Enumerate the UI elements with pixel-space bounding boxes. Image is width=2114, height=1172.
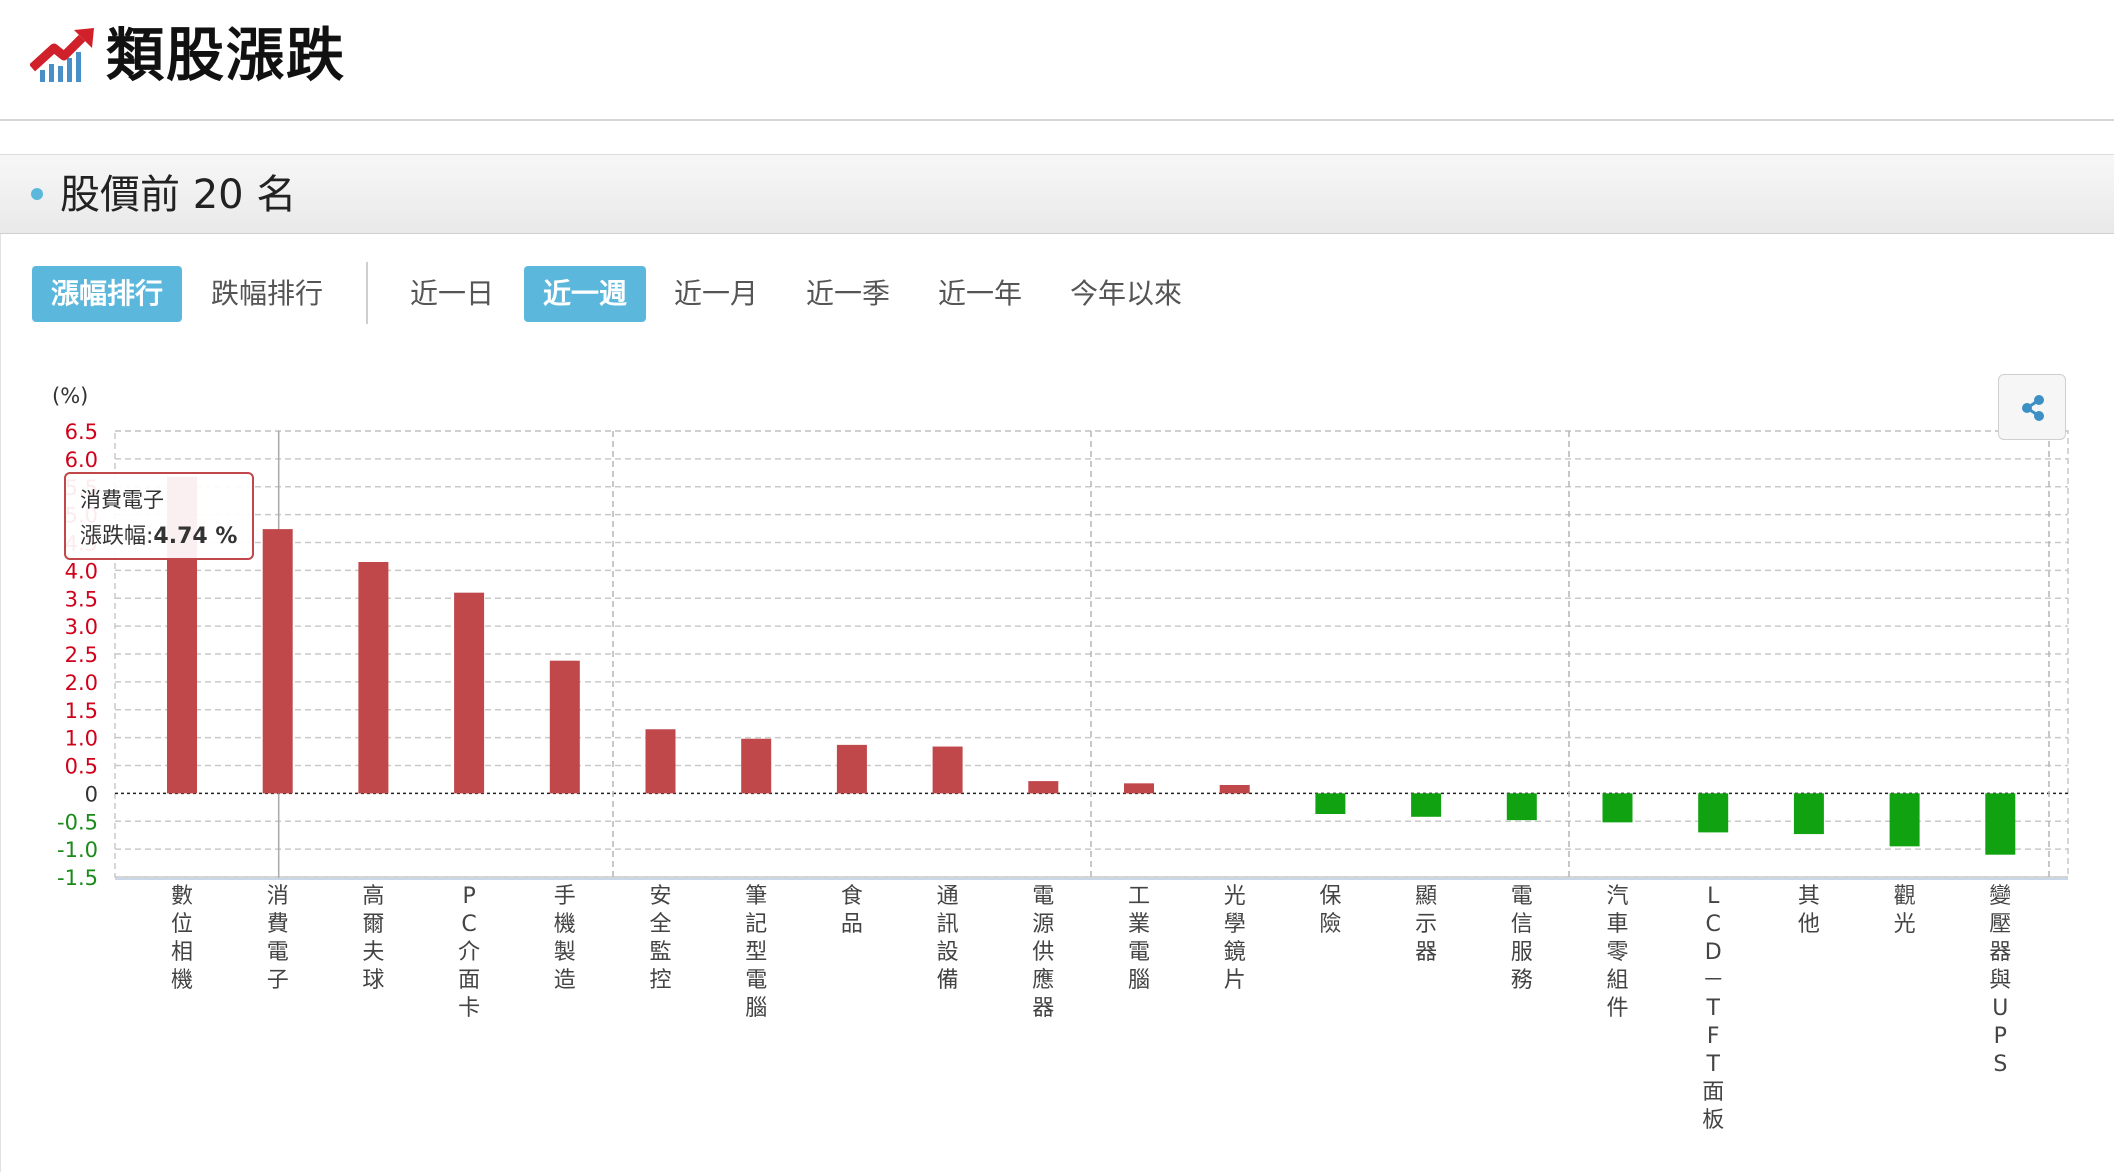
x-tick-label: 汽車零組件 (1606, 884, 1628, 1021)
y-tick-label: 0.5 (65, 755, 98, 779)
x-tick-label: 電信服務 (1511, 884, 1533, 993)
tooltip-category: 消費電子 (80, 488, 164, 512)
y-tick-label: -0.5 (57, 810, 98, 834)
tooltip-label: 漲跌幅: (80, 524, 154, 549)
bar (645, 729, 676, 794)
tooltip-value: 4.74 % (153, 524, 238, 549)
share-icon (2022, 395, 2044, 421)
y-axis-label: (%) (52, 384, 88, 408)
x-tick-label: 工業電腦 (1128, 884, 1150, 993)
x-tick-label: 保險 (1319, 884, 1341, 937)
bar (1506, 793, 1537, 821)
bar (932, 746, 963, 794)
bar (549, 660, 580, 794)
tooltip-value-line: 漲跌幅:4.74 % (80, 518, 238, 550)
bar (741, 738, 772, 794)
bar (1219, 785, 1250, 794)
bar-chart: 6.56.05.55.04.54.03.53.02.52.01.51.00.50… (52, 384, 2069, 1133)
y-tick-label: 2.5 (65, 643, 98, 667)
bar (1793, 793, 1824, 835)
bar (358, 562, 389, 794)
x-tick-label: 光學鏡片 (1224, 884, 1246, 993)
y-tick-label: 1.0 (65, 727, 98, 751)
chart-tooltip: 消費電子 漲跌幅:4.74 % (64, 472, 254, 560)
y-tick-label: 6.0 (65, 448, 98, 472)
bar (1411, 793, 1442, 817)
y-tick-label: 6.5 (65, 420, 98, 444)
x-tick-label: P C 介面卡 (458, 884, 480, 1021)
x-tick-label: 觀光 (1894, 884, 1916, 937)
y-tick-label: 4.0 (65, 559, 98, 583)
x-tick-label: 手機製造 (554, 884, 576, 993)
x-tick-label: 變壓器與 U P S (1989, 884, 2011, 1077)
x-tick-label: 其他 (1798, 884, 1820, 937)
bar (1889, 793, 1920, 847)
x-tick-label: 通訊設備 (937, 884, 959, 993)
bar (454, 592, 485, 794)
bar (836, 744, 867, 794)
y-tick-label: -1.0 (57, 838, 98, 862)
bar (1698, 793, 1729, 833)
y-tick-label: -1.5 (57, 866, 98, 890)
x-tick-label: 顯示器 (1415, 884, 1437, 965)
y-tick-label: 3.5 (65, 587, 98, 611)
bar (1602, 793, 1633, 823)
y-tick-label: 2.0 (65, 671, 98, 695)
bar (1028, 781, 1059, 794)
bar (1315, 793, 1346, 815)
bar (1124, 783, 1154, 794)
x-tick-label: L C D － T F T 面板 (1702, 884, 1724, 1133)
x-tick-label: 食品 (841, 884, 863, 937)
x-tick-label: 電源供應器 (1032, 884, 1054, 1021)
x-tick-label: 筆記型電腦 (745, 884, 767, 1021)
y-tick-label: 3.0 (65, 615, 98, 639)
y-tick-label: 1.5 (65, 699, 98, 723)
x-tick-label: 高爾夫球 (362, 884, 384, 993)
bar (262, 529, 293, 794)
y-tick-label: 0 (85, 782, 98, 806)
x-tick-label: 數位相機 (171, 884, 193, 993)
x-tick-label: 消費電子 (267, 884, 289, 993)
share-button[interactable] (1998, 374, 2066, 440)
x-tick-label: 安全監控 (649, 884, 671, 993)
bar (1985, 793, 2016, 855)
